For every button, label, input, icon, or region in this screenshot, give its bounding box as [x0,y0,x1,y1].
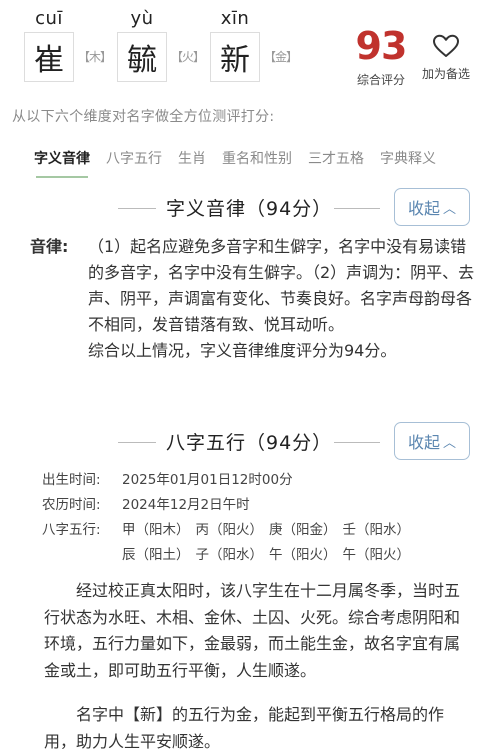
tab-duplicate-gender[interactable]: 重名和性别 [222,148,292,178]
name-characters: cuī 崔 【木】 yù 毓 【火】 xīn 新 【金】 [22,6,301,82]
bazi-pillars: 甲（阳木） 丙（阳火） 庚（阳金） 壬（阳水） 辰（阳土） 子（阳水） 午（阳火… [122,518,416,568]
char-box: 新 [210,32,261,82]
phonetics-body: （1）起名应避免多音字和生僻字，名字中没有易读错的多音字，名字中没有生僻字。（2… [88,237,475,334]
char-box: 崔 [24,32,74,82]
bazi-info: 出生时间: 2025年01月01日12时00分 农历时间: 2024年12月2日… [42,468,416,568]
name-char-2: yù 毓 【火】 [115,6,205,82]
bazi-stems: 甲（阳木） 丙（阳火） 庚（阳金） 壬（阳水） [122,518,416,543]
pinyin: yù [130,8,154,29]
birth-time-row: 出生时间: 2025年01月01日12时00分 [42,468,416,493]
dimension-tabs: 字义音律 八字五行 生肖 重名和性别 三才五格 字典释义 [34,148,452,178]
element-tag: 【火】 [171,50,205,64]
pillar: 丙（阳火） [195,522,264,538]
pillar: 壬（阳水） [342,522,411,538]
wuxing-analysis: 经过校正真太阳时，该八字生在十二月属冬季，当时五行状态为水旺、木相、金休、土囚、… [44,581,461,680]
divider [334,208,380,209]
tab-bazi-wuxing[interactable]: 八字五行 [106,148,162,178]
section-title: 八字五行（94分） [166,432,333,454]
score-value: 93 [355,24,408,68]
tab-dictionary[interactable]: 字典释义 [380,148,436,178]
overall-score: 93 综合评分 [352,26,410,88]
divider [334,442,380,443]
section-header-meaning: 字义音律（94分） 收起 ︿ [0,188,500,228]
divider [118,442,156,443]
pinyin: xīn [220,8,250,29]
heart-outline-icon [433,34,459,57]
bazi-row: 八字五行: 甲（阳木） 丙（阳火） 庚（阳金） 壬（阳水） 辰（阳土） 子（阳水… [42,518,416,568]
collapse-label: 收起 [407,199,440,218]
divider [118,208,156,209]
phonetics-summary: 综合以上情况，字义音律维度评分为94分。 [88,341,397,360]
pillar: 午（阳火） [269,547,337,563]
section-title: 字义音律（94分） [166,198,333,220]
name-char-1: cuī 崔 【木】 [22,6,112,82]
birth-time-label: 出生时间: [42,472,101,488]
lunar-time-value: 2024年12月2日午时 [122,497,250,513]
section-header-bazi: 八字五行（94分） 收起 ︿ [0,422,500,462]
add-favorite-button[interactable]: 加为备选 [416,34,476,82]
tab-sancai-wuge[interactable]: 三才五格 [308,148,364,178]
phonetics-section: 音律: （1）起名应避免多音字和生僻字，名字中没有易读错的多音字，名字中没有生僻… [30,234,478,364]
phonetics-label: 音律: [30,237,69,256]
char-box: 毓 [117,32,168,82]
lunar-time-label: 农历时间: [42,497,101,513]
favorite-label: 加为备选 [421,67,470,81]
wuxing-conclusion: 名字中【新】的五行为金，能起到平衡五行格局的作用，助力人生平安顺遂。 [44,705,445,750]
pillar: 辰（阳土） [122,547,190,563]
bazi-branches: 辰（阳土） 子（阳水） 午（阳火） 午（阳火） [122,543,416,568]
element-tag: 【金】 [264,50,298,64]
tab-meaning-phonetics[interactable]: 字义音律 [34,148,90,178]
name-char-3: xīn 新 【金】 [208,6,298,82]
element-tag: 【木】 [78,50,112,64]
pillar: 午（阳火） [342,547,411,563]
pillar: 庚（阳金） [269,522,337,538]
chevron-up-icon: ︿ [443,201,457,217]
birth-time-value: 2025年01月01日12时00分 [122,472,293,488]
collapse-label: 收起 [407,433,440,452]
collapse-button[interactable]: 收起 ︿ [394,188,470,226]
bazi-label: 八字五行: [42,522,101,538]
intro-text: 从以下六个维度对名字做全方位测评打分: [12,109,275,125]
score-label: 综合评分 [356,73,405,87]
pinyin: cuī [35,8,63,29]
pillar: 子（阳水） [195,547,264,563]
tab-zodiac[interactable]: 生肖 [178,148,206,178]
collapse-button[interactable]: 收起 ︿ [394,422,470,460]
lunar-time-row: 农历时间: 2024年12月2日午时 [42,493,416,518]
pillar: 甲（阳木） [122,522,190,538]
chevron-up-icon: ︿ [443,435,457,451]
